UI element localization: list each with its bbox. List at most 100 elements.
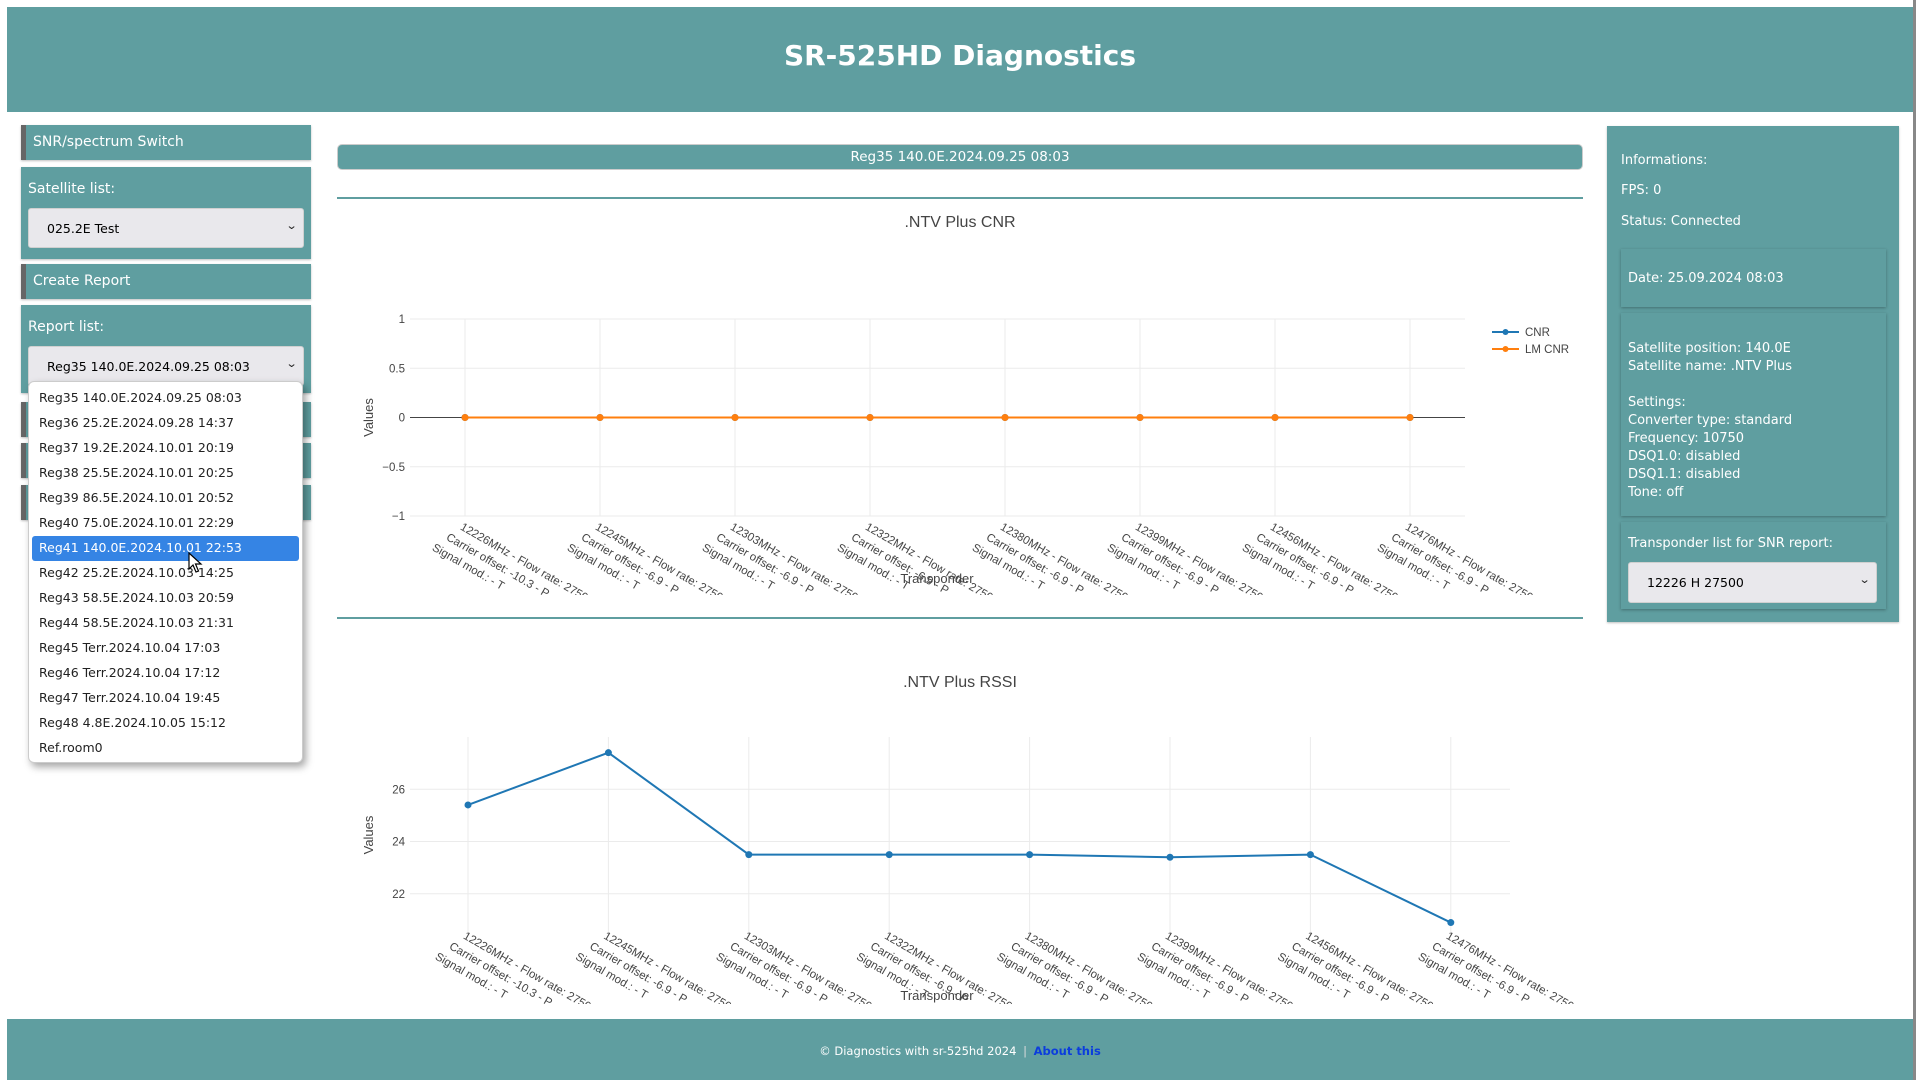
transponder-list-select[interactable]: 12226 H 27500 ⌄ (1628, 562, 1877, 603)
divider (337, 617, 1583, 619)
report-list-option[interactable]: Reg44 58.5E.2024.10.03 21:31 (32, 611, 299, 636)
page-header: SR-525HD Diagnostics (7, 7, 1913, 112)
connection-status: Status: Connected (1621, 214, 1741, 229)
x-tick-label-line: 12456MHz - Flow rate: 2750 (1303, 930, 1435, 1013)
data-point (885, 851, 893, 859)
report-list-option[interactable]: Reg40 75.0E.2024.10.01 22:29 (32, 511, 299, 536)
rssi-chart-svg: .NTV Plus RSSI 26 24 22 Values 12226MHz - Flo… (361, 674, 1576, 1013)
y-tick-label: 22 (392, 889, 405, 901)
chevron-down-icon: ⌄ (1858, 573, 1871, 586)
x-tick-label: 12399MHz - Flow rate: 2750Carrier offset… (1105, 521, 1265, 604)
report-list-dropdown[interactable]: Reg35 140.0E.2024.09.25 08:03 Reg36 25.2E… (28, 381, 303, 763)
create-report-button[interactable]: Create Report (21, 264, 311, 299)
chevron-down-icon: ⌄ (285, 357, 298, 370)
report-list-option[interactable]: Reg42 25.2E.2024.10.03 14:25 (32, 561, 299, 586)
report-list-option[interactable]: Reg36 25.2E.2024.09.28 14:37 (32, 411, 299, 436)
data-point (1406, 414, 1414, 421)
data-point (1166, 853, 1174, 861)
x-tick-label-line: 12226MHz - Flow rate: 2750 (461, 930, 593, 1013)
page-scrollbar[interactable] (1913, 0, 1920, 1080)
transponder-list-label: Transponder list for SNR report: (1628, 536, 1833, 551)
report-list-option[interactable]: Reg35 140.0E.2024.09.25 08:03 (32, 386, 299, 411)
y-tick-label: 1 (399, 314, 405, 326)
legend-swatch-marker (1502, 346, 1509, 352)
rssi-chart: .NTV Plus RSSI 26 24 22 Values 12226MHz - Flo… (337, 620, 1583, 1015)
y-axis-title: Values (361, 398, 376, 437)
y-tick-label: 24 (392, 837, 405, 849)
y-axis-title: Values (361, 815, 376, 854)
dsq10-setting: DSQ1.0: disabled (1628, 449, 1741, 464)
x-tick-label: 12303MHz - Flow rate: 2750Carrier offset… (700, 521, 860, 604)
legend-swatch-marker (1502, 329, 1509, 335)
x-tick-label: 12399MHz - Flow rate: 2750Carrier offset… (1135, 930, 1295, 1013)
x-tick-label: 12476MHz - Flow rate: 2750Carrier offset… (1416, 930, 1576, 1013)
report-list-panel: Report list: Reg35 140.0E.2024.09.25 08:… (21, 305, 311, 393)
y-tick-label: −1 (392, 511, 405, 523)
satellite-list-select[interactable]: 025.2E Test ⌄ (28, 208, 304, 248)
satellite-position: Satellite position: 140.0E (1628, 341, 1791, 356)
data-point (866, 414, 874, 421)
x-tick-label-line: 12399MHz - Flow rate: 2750 (1163, 930, 1295, 1013)
chart-title: .NTV Plus CNR (904, 214, 1015, 231)
report-list-select[interactable]: Reg35 140.0E.2024.09.25 08:03 ⌄ (28, 346, 304, 386)
x-tick-label-line: 12245MHz - Flow rate: 2750 (593, 521, 725, 604)
data-point (604, 749, 612, 757)
data-point (464, 801, 472, 809)
divider (337, 197, 1583, 199)
x-tick-label-line: 12399MHz - Flow rate: 2750 (1133, 521, 1265, 604)
x-tick-label-line: 12245MHz - Flow rate: 2750 (601, 930, 733, 1013)
report-list-option[interactable]: Reg38 25.5E.2024.10.01 20:25 (32, 461, 299, 486)
data-point (1001, 414, 1009, 421)
frequency: Frequency: 10750 (1628, 431, 1745, 446)
x-tick-label: 12456MHz - Flow rate: 2750Carrier offset… (1240, 521, 1400, 604)
x-tick-label: 12456MHz - Flow rate: 2750Carrier offset… (1275, 930, 1435, 1013)
data-point (1447, 919, 1455, 927)
satellite-list-value: 025.2E Test (47, 221, 120, 236)
about-link[interactable]: About this (1034, 1044, 1101, 1058)
x-tick-label-line: 12303MHz - Flow rate: 2750 (728, 521, 860, 604)
satellite-settings-box: Satellite position: 140.0E Satellite nam… (1621, 313, 1886, 516)
satellite-list-label: Satellite list: (28, 181, 116, 197)
data-point (1271, 414, 1279, 421)
page-title: SR-525HD Diagnostics (783, 39, 1137, 72)
snr-spectrum-switch-button[interactable]: SNR/spectrum Switch (21, 125, 311, 160)
report-list-option[interactable]: Reg45 Terr.2024.10.04 17:03 (32, 636, 299, 661)
data-point (731, 414, 739, 421)
x-tick-label: 12380MHz - Flow rate: 2750Carrier offset… (970, 521, 1130, 595)
x-tick-label-line: 12476MHz - Flow rate: 2750 (1444, 930, 1576, 1013)
report-list-option[interactable]: Ref.room0 (32, 736, 299, 761)
report-list-option[interactable]: Reg47 Terr.2024.10.04 19:45 (32, 686, 299, 711)
x-tick-label-line: 12303MHz - Flow rate: 2750 (742, 930, 874, 1013)
data-point (1136, 414, 1144, 421)
report-list-option[interactable]: Reg41 140.0E.2024.10.01 22:53 (32, 536, 299, 561)
settings-label: Settings: (1628, 395, 1686, 410)
report-list-label: Report list: (28, 319, 105, 335)
report-list-option[interactable]: Reg43 58.5E.2024.10.03 20:59 (32, 586, 299, 611)
report-list-option[interactable]: Reg39 86.5E.2024.10.01 20:52 (32, 486, 299, 511)
mouse-cursor-icon (188, 552, 203, 573)
x-tick-label: 12226MHz - Flow rate: 2750Carrier offset… (433, 930, 593, 1013)
transponder-list-box: Transponder list for SNR report: 12226 H… (1621, 522, 1886, 609)
y-tick-label: 0.5 (389, 363, 405, 375)
report-list-option[interactable]: Reg37 19.2E.2024.10.01 20:19 (32, 436, 299, 461)
transponder-list-value: 12226 H 27500 (1647, 575, 1744, 590)
x-tick-label-line: 12226MHz - Flow rate: 2750 (458, 521, 590, 604)
report-list-option[interactable]: Reg46 Terr.2024.10.04 17:12 (32, 661, 299, 686)
x-tick-labels: 12226MHz - Flow rate: 2750Carrier offset… (430, 521, 1535, 604)
x-tick-label-line: 12456MHz - Flow rate: 2750 (1268, 521, 1400, 604)
x-tick-label: 12380MHz - Flow rate: 2750Carrier offset… (995, 930, 1155, 1004)
data-point (745, 851, 753, 859)
fps-readout: FPS: 0 (1621, 183, 1662, 198)
y-tick-label: 26 (392, 784, 405, 796)
legend-item[interactable]: LM CNR (1492, 344, 1569, 356)
legend-item[interactable]: CNR (1492, 327, 1550, 339)
y-tick-label: −0.5 (382, 462, 405, 474)
legend-label: LM CNR (1525, 344, 1569, 356)
x-tick-label-line: 12476MHz - Flow rate: 2750 (1403, 521, 1535, 604)
chart-title: .NTV Plus RSSI (903, 674, 1017, 691)
informations-label: Informations: (1621, 153, 1708, 168)
report-date: Date: 25.09.2024 08:03 (1628, 271, 1784, 286)
report-title-bar: Reg35 140.0E.2024.09.25 08:03 (337, 144, 1583, 170)
report-list-option[interactable]: Reg48 4.8E.2024.10.05 15:12 (32, 711, 299, 736)
satellite-list-panel: Satellite list: 025.2E Test ⌄ (21, 167, 311, 259)
